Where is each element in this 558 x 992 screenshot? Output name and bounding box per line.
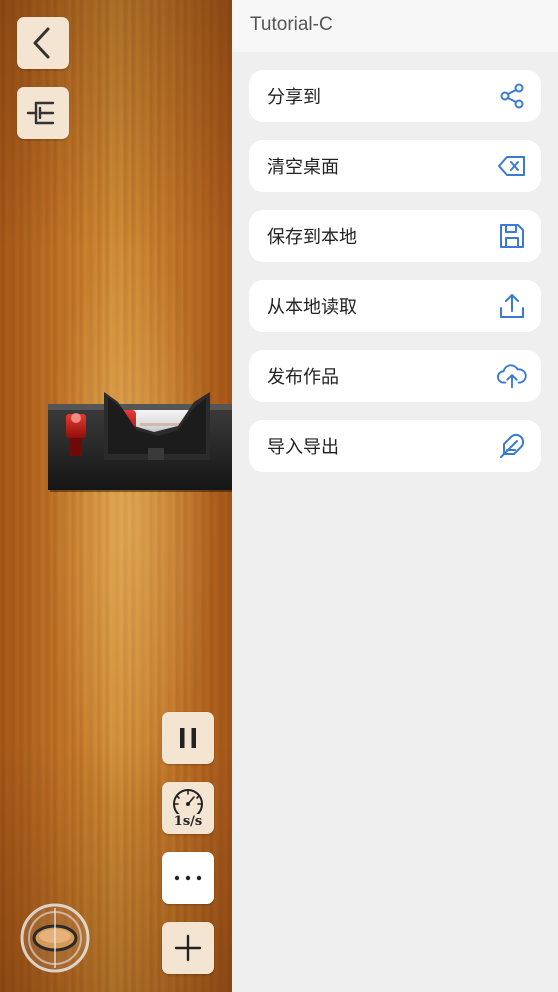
menu-item-label: 保存到本地 — [267, 227, 357, 248]
add-button[interactable] — [162, 922, 214, 974]
menu-item-label: 发布作品 — [267, 367, 339, 388]
menu-item-share[interactable]: 分享到 — [249, 70, 541, 122]
circuit-toggle-button[interactable] — [17, 87, 69, 139]
speedometer-icon — [173, 788, 203, 814]
share-icon — [497, 81, 527, 111]
plus-icon — [174, 934, 202, 962]
pause-button[interactable] — [162, 712, 214, 764]
panel-header: Tutorial-C — [232, 0, 558, 52]
view-rotation-control[interactable] — [19, 902, 91, 974]
circuit-icon — [26, 101, 55, 125]
menu-item-load-local[interactable]: 从本地读取 — [249, 280, 541, 332]
workspace-canvas[interactable]: 1s/s — [0, 0, 232, 992]
feather-icon — [497, 431, 527, 461]
menu-item-label: 导入导出 — [267, 437, 339, 458]
menu-item-publish[interactable]: 发布作品 — [249, 350, 541, 402]
more-button[interactable] — [162, 852, 214, 904]
save-icon — [497, 221, 527, 251]
panel-title: Tutorial-C — [250, 14, 333, 35]
menu-list: 分享到 清空桌面 保存到本地 从本地读取 发布作品 导入导出 — [232, 52, 558, 472]
clear-icon — [497, 151, 527, 181]
menu-item-label: 分享到 — [267, 87, 321, 108]
speed-button[interactable]: 1s/s — [162, 782, 214, 834]
menu-item-label: 清空桌面 — [267, 157, 339, 178]
upload-icon — [497, 291, 527, 321]
menu-item-clear[interactable]: 清空桌面 — [249, 140, 541, 192]
side-menu-panel: Tutorial-C 分享到 清空桌面 保存到本地 从本地读取 发布作品 导入导… — [232, 0, 558, 992]
cloud-upload-icon — [497, 361, 527, 391]
menu-item-label: 从本地读取 — [267, 297, 357, 318]
speed-label: 1s/s — [173, 813, 203, 829]
more-horizontal-icon — [174, 875, 202, 881]
pause-icon — [180, 728, 196, 748]
back-button[interactable] — [17, 17, 69, 69]
menu-item-import-export[interactable]: 导入导出 — [249, 420, 541, 472]
menu-item-save-local[interactable]: 保存到本地 — [249, 210, 541, 262]
battery-holder[interactable] — [48, 388, 232, 494]
chevron-left-icon — [33, 27, 50, 59]
